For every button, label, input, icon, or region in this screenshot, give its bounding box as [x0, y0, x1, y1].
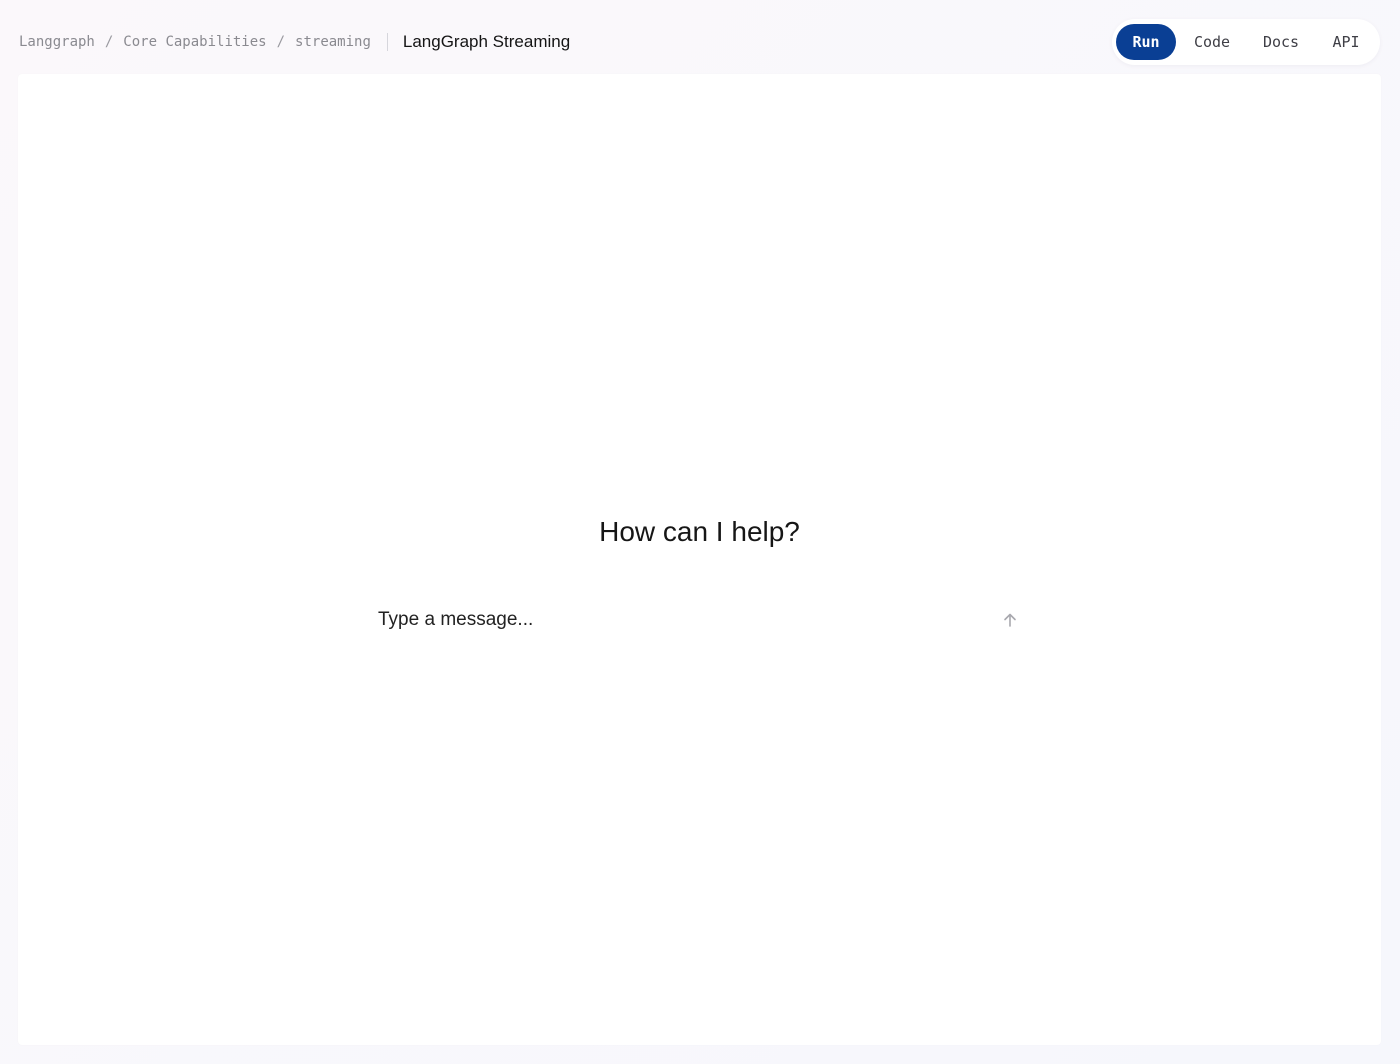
tab-docs[interactable]: Docs	[1248, 24, 1314, 60]
top-bar: Langgraph / Core Capabilities / streamin…	[0, 0, 1400, 74]
breadcrumb-separator: /	[104, 34, 114, 50]
view-tabs: Run Code Docs API	[1112, 19, 1380, 65]
breadcrumb-separator: /	[276, 34, 286, 50]
breadcrumb-item-langgraph[interactable]: Langgraph	[19, 34, 95, 50]
arrow-up-icon	[1004, 613, 1016, 627]
title-divider	[386, 33, 388, 51]
chat-panel: How can I help?	[18, 74, 1381, 1045]
tab-run[interactable]: Run	[1116, 24, 1176, 60]
tab-api[interactable]: API	[1314, 24, 1378, 60]
message-composer	[366, 600, 1034, 640]
greeting-heading: How can I help?	[599, 516, 800, 547]
tab-code[interactable]: Code	[1176, 24, 1248, 60]
breadcrumb: Langgraph / Core Capabilities / streamin…	[19, 31, 570, 53]
message-input[interactable]	[366, 600, 966, 640]
page-title: LangGraph Streaming	[402, 32, 571, 51]
send-button[interactable]	[996, 606, 1024, 634]
breadcrumb-item-streaming[interactable]: streaming	[295, 34, 371, 50]
breadcrumb-item-core-capabilities[interactable]: Core Capabilities	[123, 34, 266, 50]
